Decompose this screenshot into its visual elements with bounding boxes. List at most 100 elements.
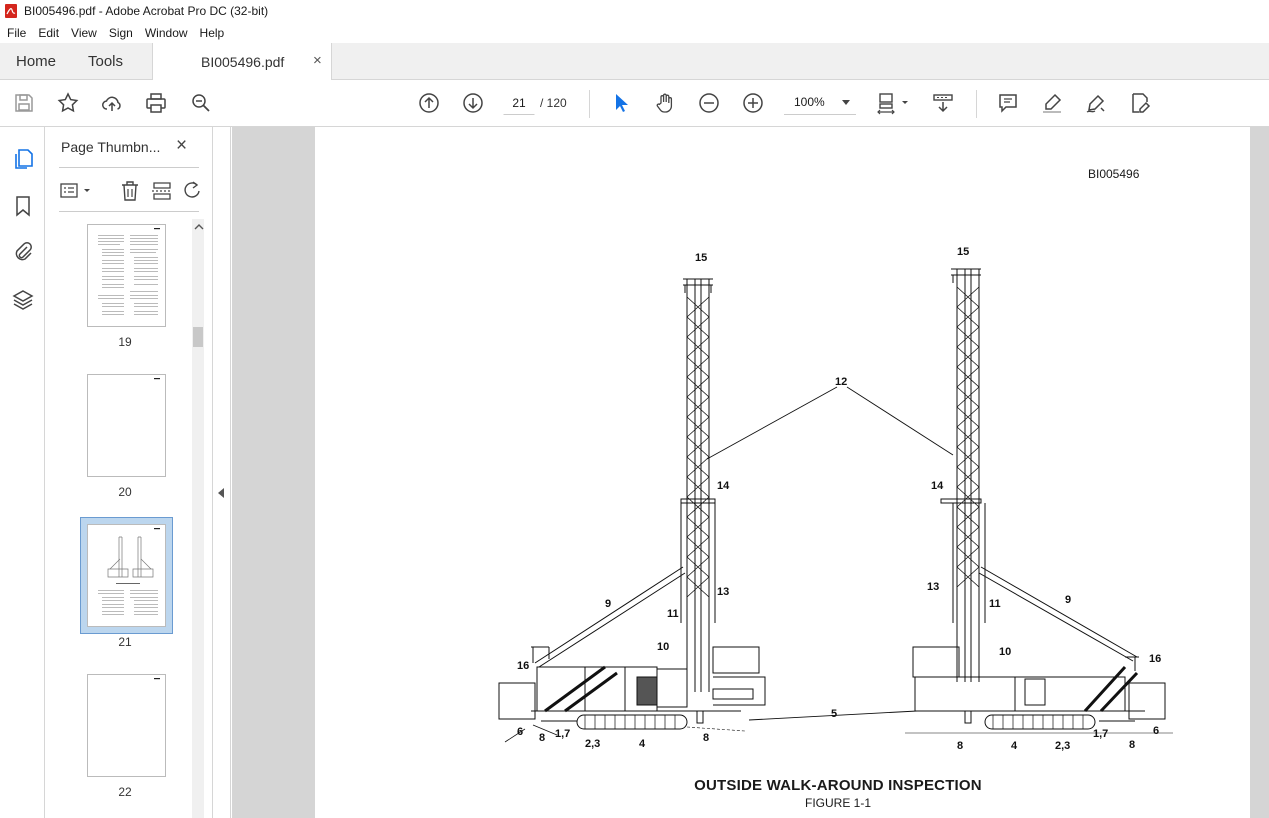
callout-label: 14 — [717, 480, 730, 492]
left-navigation-rail — [0, 127, 45, 818]
hand-tool-icon[interactable] — [653, 91, 677, 115]
thumbnail-page-21[interactable] — [87, 524, 166, 627]
title-bar: BI005496.pdf - Adobe Acrobat Pro DC (32-… — [0, 0, 1269, 22]
save-icon[interactable] — [12, 91, 36, 115]
callout-label: 9 — [1065, 594, 1071, 606]
callout-label: 16 — [1149, 653, 1161, 665]
print-icon[interactable] — [144, 91, 168, 115]
callout-label: 8 — [1129, 739, 1135, 751]
next-page-icon[interactable] — [461, 91, 485, 115]
acrobat-app-icon — [5, 4, 17, 18]
callout-label: 10 — [657, 641, 669, 653]
thumbnail-options-icon[interactable] — [59, 179, 95, 203]
highlight-pen-icon[interactable] — [1040, 91, 1064, 115]
callout-label: 2,3 — [1055, 740, 1070, 752]
collapse-arrow-icon — [218, 488, 224, 498]
upload-cloud-icon[interactable] — [100, 91, 124, 115]
callout-label: 9 — [605, 598, 611, 610]
window-title: BI005496.pdf - Adobe Acrobat Pro DC (32-… — [24, 4, 269, 18]
tab-document[interactable]: BI005496.pdf × — [152, 43, 332, 80]
callout-label: 16 — [517, 660, 529, 672]
toolbar-divider — [589, 90, 590, 118]
menu-help[interactable]: Help — [194, 26, 231, 40]
drill-rig-line-drawing: 15 12 14 13 9 11 10 16 5 6 8 1,7 2,3 4 8… — [498, 246, 1173, 752]
callout-label: 15 — [695, 252, 707, 264]
layers-icon[interactable] — [11, 288, 35, 312]
page-preview-blank — [154, 378, 160, 380]
draw-sign-icon[interactable] — [1084, 91, 1108, 115]
zoom-in-icon[interactable] — [741, 91, 765, 115]
panel-divider — [59, 211, 199, 212]
scroll-mode-icon[interactable] — [931, 91, 955, 115]
tab-tools[interactable]: Tools — [88, 53, 123, 70]
chevron-down-icon — [842, 100, 850, 105]
callout-label: 8 — [703, 732, 709, 744]
panel-title: Page Thumbn... — [61, 139, 161, 155]
page-thumbnails-panel: Page Thumbn... × 19 20 21 22 — [45, 127, 213, 818]
rotate-page-icon[interactable] — [183, 179, 201, 203]
attachments-paperclip-icon[interactable] — [11, 240, 35, 264]
thumbnail-list: 19 20 21 22 — [45, 219, 195, 818]
callout-label: 6 — [517, 726, 523, 738]
page-preview-figure — [98, 528, 160, 615]
callout-label: 11 — [667, 608, 679, 620]
thumbnail-scrollbar[interactable] — [192, 219, 204, 818]
menu-window[interactable]: Window — [139, 26, 194, 40]
callout-label: 13 — [717, 586, 729, 598]
fill-sign-icon[interactable] — [1128, 91, 1152, 115]
page-total: / 120 — [540, 96, 567, 110]
menu-edit[interactable]: Edit — [32, 26, 65, 40]
callout-label: 1,7 — [1093, 728, 1108, 740]
callout-label: 4 — [1011, 740, 1018, 752]
thumbnail-label: 22 — [118, 785, 132, 799]
select-cursor-icon[interactable] — [609, 91, 633, 115]
page-number-input[interactable]: 21 — [503, 91, 535, 115]
document-id: BI005496 — [1088, 167, 1140, 181]
page-thumbnails-icon[interactable] — [11, 147, 35, 171]
callout-label: 8 — [539, 732, 545, 744]
panel-collapse-handle[interactable] — [213, 127, 231, 818]
callout-label: 13 — [927, 581, 939, 593]
callout-label: 11 — [989, 598, 1001, 610]
bookmarks-icon[interactable] — [11, 194, 35, 218]
callout-label: 8 — [957, 740, 963, 752]
menu-file[interactable]: File — [0, 26, 32, 40]
callout-label: 12 — [835, 376, 847, 388]
bookmark-star-icon[interactable] — [56, 91, 80, 115]
callout-label: 14 — [931, 480, 944, 492]
menu-bar: File Edit View Sign Window Help — [0, 22, 1269, 43]
zoom-out-icon[interactable] — [697, 91, 721, 115]
tab-home[interactable]: Home — [16, 53, 56, 70]
page-preview-text — [98, 228, 160, 315]
panel-toolbar — [59, 177, 201, 205]
menu-view[interactable]: View — [65, 26, 103, 40]
panel-divider — [59, 167, 199, 168]
menu-sign[interactable]: Sign — [103, 26, 139, 40]
callout-label: 10 — [999, 646, 1011, 658]
thumbnail-page-22[interactable] — [87, 674, 166, 777]
thumbnail-page-19[interactable] — [87, 224, 166, 327]
tab-close-icon[interactable]: × — [313, 52, 322, 69]
comment-icon[interactable] — [996, 91, 1020, 115]
page-fit-icon[interactable] — [876, 91, 914, 115]
document-viewport[interactable]: BI005496 15 12 14 13 9 11 10 16 5 6 8 1,… — [232, 127, 1269, 818]
callout-label: 1,7 — [555, 728, 570, 740]
previous-page-icon[interactable] — [417, 91, 441, 115]
zoom-search-icon[interactable] — [189, 91, 213, 115]
delete-trash-icon[interactable] — [119, 179, 141, 203]
scrollbar-thumb[interactable] — [193, 327, 203, 347]
thumbnail-label: 21 — [118, 635, 132, 649]
callout-label: 5 — [831, 708, 837, 720]
zoom-level-select[interactable]: 100% — [784, 91, 856, 115]
scroll-up-icon[interactable] — [194, 223, 204, 231]
tab-bar: Home Tools BI005496.pdf × — [0, 43, 1269, 80]
figure-number: FIGURE 1-1 — [804, 796, 871, 810]
panel-close-icon[interactable]: × — [176, 135, 187, 157]
callout-label: 15 — [957, 246, 969, 258]
thumbnail-page-20[interactable] — [87, 374, 166, 477]
tab-document-label: BI005496.pdf — [201, 54, 285, 70]
thumbnail-label: 20 — [118, 485, 132, 499]
page-preview-blank — [154, 678, 160, 680]
main-toolbar: 21 / 120 100% — [0, 80, 1269, 127]
insert-pages-icon[interactable] — [151, 179, 173, 203]
